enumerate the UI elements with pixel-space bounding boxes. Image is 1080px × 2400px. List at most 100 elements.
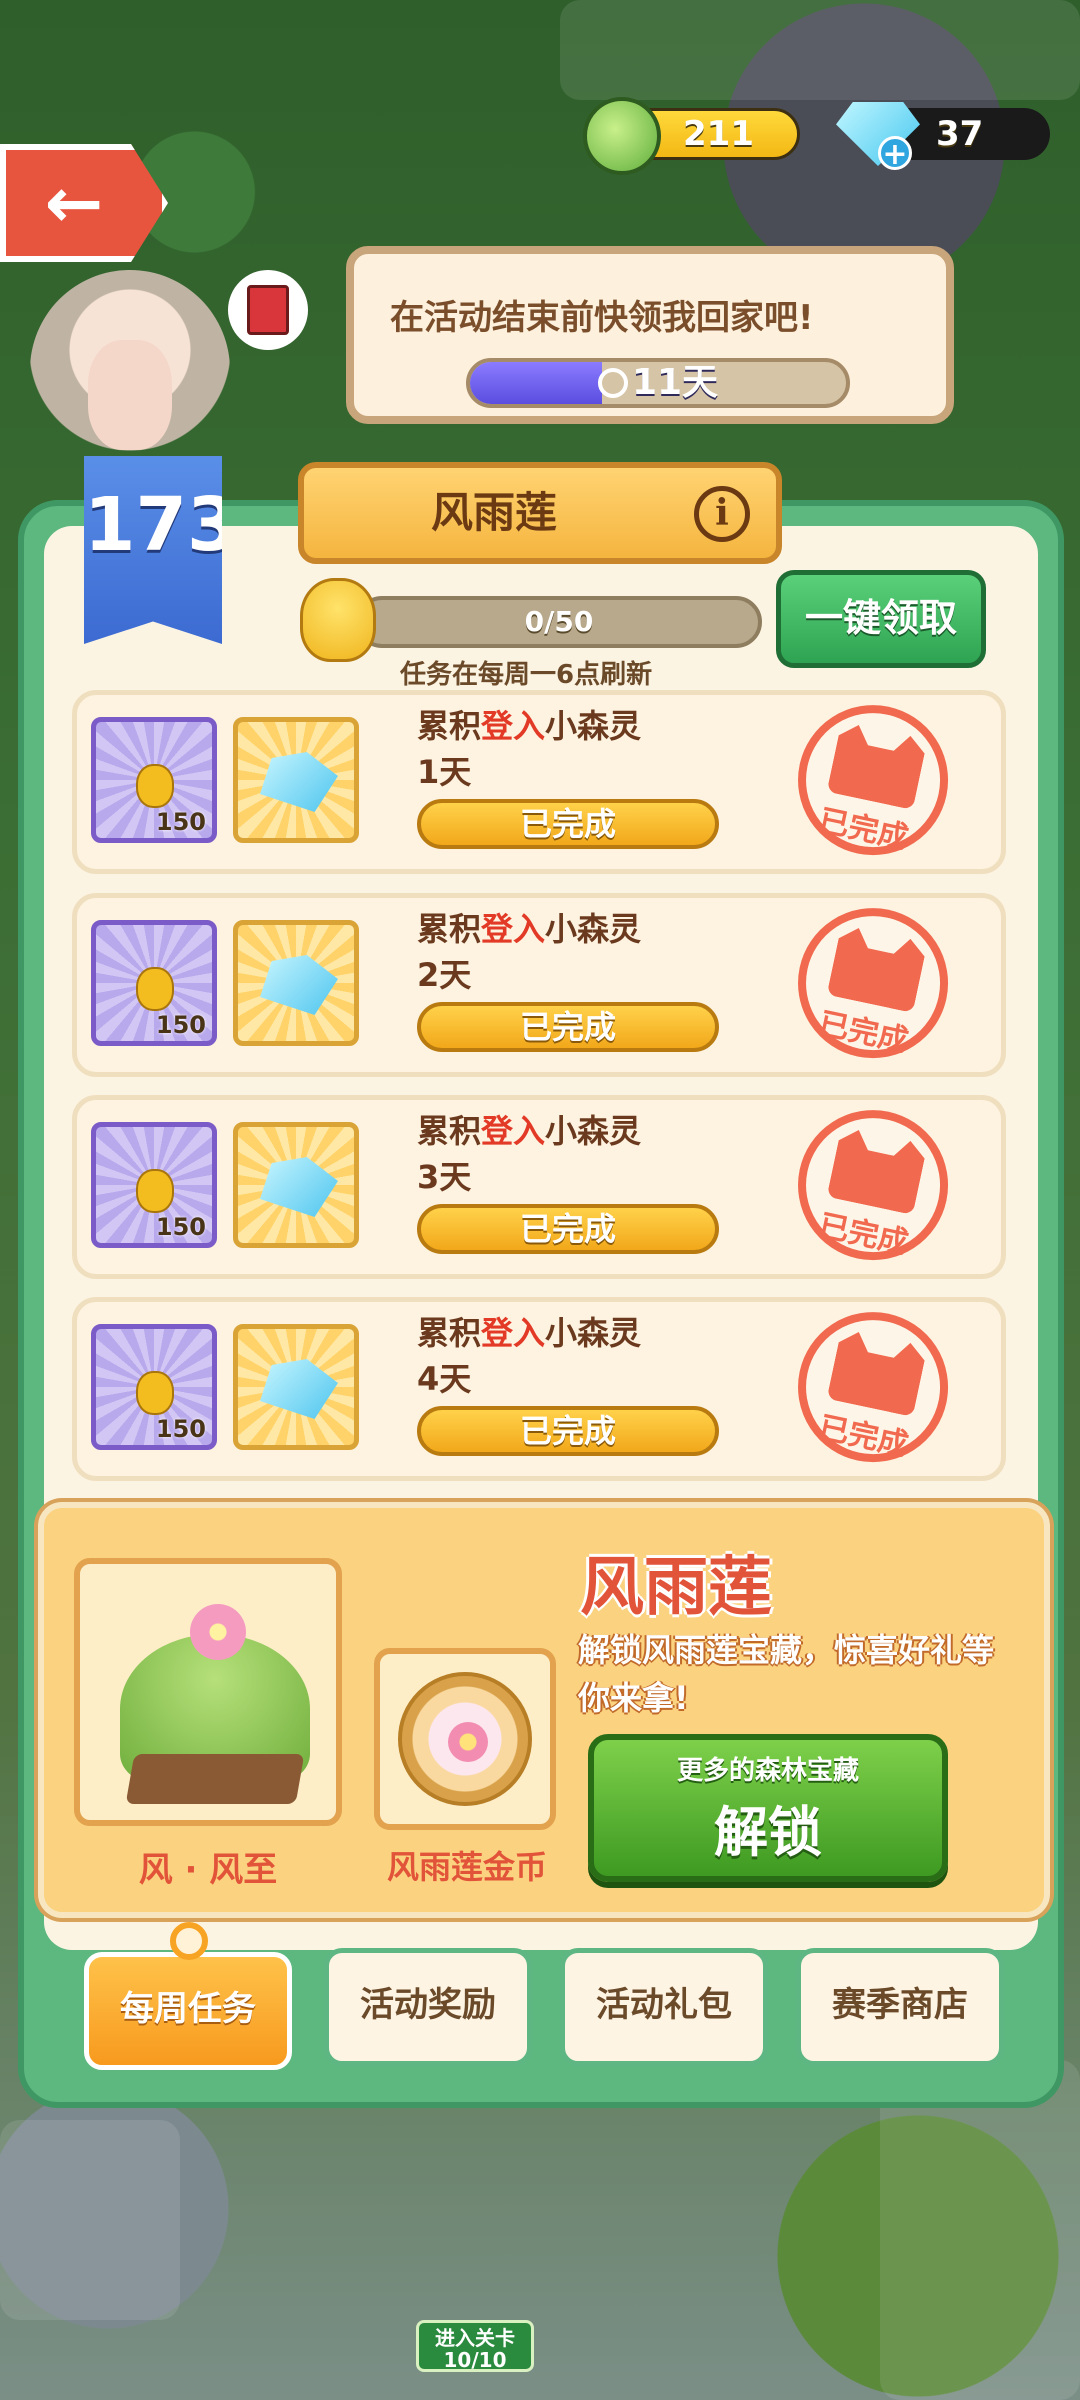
treasure-section: 风 · 风至 风雨莲金币 风雨莲 解锁风雨莲宝藏，惊喜好礼等你来拿! 更多的森林… xyxy=(38,1502,1050,1918)
task-description: 累积登入小森灵 3天 xyxy=(417,1108,641,1200)
task-suffix: 小森灵 xyxy=(545,910,642,948)
task-days: 4天 xyxy=(417,1360,472,1398)
chick-icon xyxy=(136,764,174,808)
gem-reward-slot[interactable] xyxy=(233,717,359,843)
task-days: 2天 xyxy=(417,956,472,994)
gem-currency[interactable]: + 37 xyxy=(836,102,1050,171)
leaf-spirit-icon xyxy=(583,97,661,175)
coin-reward-card[interactable] xyxy=(374,1648,556,1830)
book-icon[interactable] xyxy=(228,270,308,350)
task-prefix: 累积 xyxy=(417,707,482,745)
level-ribbon: 173 xyxy=(84,456,222,644)
task-row: 150 累积登入小森灵 2天 已完成 已完成 xyxy=(72,893,1006,1077)
task-prefix: 累积 xyxy=(417,1112,482,1150)
task-suffix: 小森灵 xyxy=(545,1314,642,1352)
enter-level-button[interactable]: 进入关卡 10/10 xyxy=(416,2320,534,2372)
house-reward-label: 风 · 风至 xyxy=(138,1850,278,1890)
gem-icon xyxy=(260,752,338,812)
timer-label: 11天 xyxy=(470,362,846,404)
task-highlight: 登入 xyxy=(481,1112,546,1150)
treasure-description: 解锁风雨莲宝藏，惊喜好礼等你来拿! xyxy=(578,1631,995,1717)
task-days: 1天 xyxy=(417,753,472,791)
tab-season-shop[interactable]: 赛季商店 xyxy=(796,1948,1004,2066)
event-title-banner: 风雨莲 i xyxy=(298,462,782,564)
task-suffix: 小森灵 xyxy=(545,707,642,745)
completed-stamp: 已完成 xyxy=(762,687,981,883)
chick-reward-slot[interactable]: 150 xyxy=(91,717,217,843)
gem-icon xyxy=(260,955,338,1015)
lotus-coin-icon xyxy=(398,1672,532,1806)
gem-icon xyxy=(260,1359,338,1419)
character-avatar xyxy=(30,270,230,470)
task-highlight: 登入 xyxy=(481,910,546,948)
reward-count: 150 xyxy=(155,808,206,836)
house-reward-card[interactable] xyxy=(74,1558,342,1826)
unlock-button[interactable]: 更多的森林宝藏 解锁 xyxy=(588,1734,948,1882)
task-completed-button[interactable]: 已完成 xyxy=(417,799,719,849)
task-description: 累积登入小森灵 2天 xyxy=(417,906,641,998)
chick-reward-slot[interactable]: 150 xyxy=(91,920,217,1046)
task-prefix: 累积 xyxy=(417,910,482,948)
enter-level-label: 进入关卡 xyxy=(435,2326,515,2350)
task-highlight: 登入 xyxy=(481,1314,546,1352)
task-progress-label: 0/50 xyxy=(524,605,594,638)
timer-text: 11天 xyxy=(631,362,719,403)
refresh-note: 任务在每周一6点刷新 xyxy=(400,660,653,690)
house-icon xyxy=(120,1604,310,1804)
background-building xyxy=(0,2120,180,2320)
task-row: 150 累积登入小森灵 1天 已完成 已完成 xyxy=(72,690,1006,874)
chick-reward-slot[interactable]: 150 xyxy=(91,1324,217,1450)
reward-count: 150 xyxy=(155,1415,206,1443)
task-description: 累积登入小森灵 4天 xyxy=(417,1310,641,1402)
leaf-currency-value: 211 xyxy=(683,114,754,154)
task-prefix: 累积 xyxy=(417,1314,482,1352)
tab-event-packs[interactable]: 活动礼包 xyxy=(560,1948,768,2066)
claim-all-button[interactable]: 一键领取 xyxy=(776,570,986,668)
info-icon[interactable]: i xyxy=(694,486,750,542)
task-completed-button[interactable]: 已完成 xyxy=(417,1002,719,1052)
bubble-text: 在活动结束前快领我回家吧! xyxy=(390,298,814,338)
clock-icon xyxy=(597,368,628,398)
coin-reward-label: 风雨莲金币 xyxy=(386,1848,547,1886)
task-suffix: 小森灵 xyxy=(545,1112,642,1150)
task-description: 累积登入小森灵 1天 xyxy=(417,703,641,795)
chick-icon xyxy=(136,1169,174,1213)
task-row: 150 累积登入小森灵 4天 已完成 已完成 xyxy=(72,1297,1006,1481)
reward-count: 150 xyxy=(155,1011,206,1039)
chick-icon xyxy=(136,967,174,1011)
add-gem-button[interactable]: + xyxy=(878,136,912,171)
active-tab-pin-icon xyxy=(170,1922,208,1960)
level-number: 173 xyxy=(84,482,239,568)
event-timer: 11天 xyxy=(466,358,850,408)
task-completed-button[interactable]: 已完成 xyxy=(417,1204,719,1254)
gem-reward-slot[interactable] xyxy=(233,1122,359,1248)
gem-reward-slot[interactable] xyxy=(233,1324,359,1450)
completed-stamp: 已完成 xyxy=(762,890,981,1086)
chick-icon xyxy=(300,578,376,662)
task-row: 150 累积登入小森灵 3天 已完成 已完成 xyxy=(72,1095,1006,1279)
background-building xyxy=(560,0,1080,100)
tab-event-rewards[interactable]: 活动奖励 xyxy=(324,1948,532,2066)
event-title: 风雨莲 xyxy=(430,488,557,537)
gem-reward-slot[interactable] xyxy=(233,920,359,1046)
completed-stamp: 已完成 xyxy=(762,1294,981,1490)
unlock-subtitle: 更多的森林宝藏 xyxy=(676,1756,859,1786)
unlock-label: 解锁 xyxy=(714,1801,822,1864)
task-highlight: 登入 xyxy=(481,707,546,745)
chick-icon xyxy=(136,1371,174,1415)
gem-currency-value: 37 xyxy=(936,114,984,154)
completed-stamp: 已完成 xyxy=(762,1092,981,1288)
gem-icon xyxy=(260,1157,338,1217)
task-progress-bar: 0/50 xyxy=(356,596,762,648)
task-days: 3天 xyxy=(417,1158,472,1196)
tab-weekly-tasks[interactable]: 每周任务 xyxy=(84,1952,292,2070)
background-building xyxy=(880,2060,1080,2400)
enter-level-count: 10/10 xyxy=(443,2348,507,2372)
back-button[interactable]: ← xyxy=(0,144,168,262)
speech-bubble: 在活动结束前快领我回家吧! 11天 xyxy=(346,246,954,424)
back-arrow-icon: ← xyxy=(44,162,104,244)
chick-reward-slot[interactable]: 150 xyxy=(91,1122,217,1248)
reward-count: 150 xyxy=(155,1213,206,1241)
task-completed-button[interactable]: 已完成 xyxy=(417,1406,719,1456)
leaf-currency[interactable]: 211 xyxy=(583,97,800,175)
